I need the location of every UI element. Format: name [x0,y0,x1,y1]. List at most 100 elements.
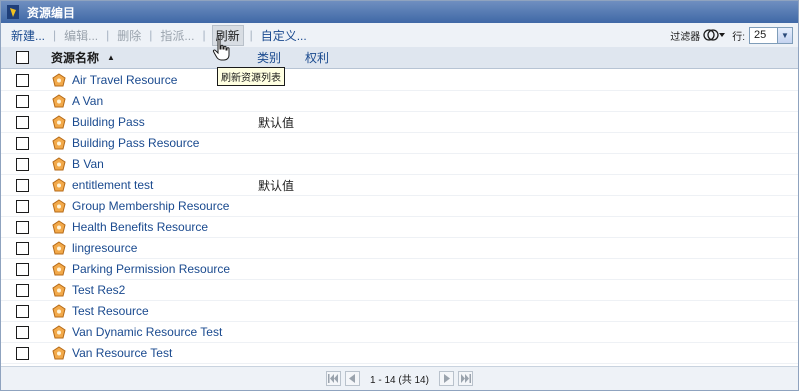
resource-icon [52,283,66,297]
toolbar-divider: | [149,28,153,42]
resource-name-link[interactable]: Test Res2 [72,283,258,297]
table-row[interactable]: Health Benefits Resource [1,217,798,238]
select-all-cell [1,51,43,64]
resource-icon [52,94,66,108]
table-row[interactable]: A Van [1,91,798,112]
edit-button[interactable]: 编辑... [62,27,100,44]
resource-icon [52,262,66,276]
pagination-bar: 1 - 14 (共 14) [1,366,798,390]
row-checkbox[interactable] [16,304,29,318]
prev-page-icon[interactable] [345,371,361,386]
table-row[interactable]: Test Resource [1,301,798,322]
row-check-cell [1,325,43,339]
resource-category: 默认值 [258,178,295,193]
chevron-down-icon[interactable]: ▼ [777,27,792,43]
row-check-cell [1,262,43,276]
resource-name-link[interactable]: Building Pass Resource [72,136,258,150]
table-row[interactable]: Van Resource Test [1,343,798,364]
resource-icon [52,325,66,339]
row-checkbox[interactable] [16,157,29,171]
resource-list: Air Travel Resource A Van Building Pass … [1,70,798,364]
column-header-category[interactable]: 类别 [249,49,305,66]
row-checkbox[interactable] [16,94,29,108]
last-page-icon[interactable] [457,371,473,386]
row-checkbox[interactable] [16,115,29,129]
row-checkbox[interactable] [16,346,29,360]
resource-name-link[interactable]: A Van [72,94,258,108]
resource-catalog-panel: 资源编目 新建... | 编辑... | 删除 | 指派... | 刷新 | 自… [0,0,799,391]
row-check-cell [1,94,43,108]
window-title: 资源编目 [27,5,76,20]
row-checkbox[interactable] [16,136,29,150]
row-check-cell [1,136,43,150]
row-check-cell [1,157,43,171]
resource-name-link[interactable]: B Van [72,157,258,171]
delete-button[interactable]: 删除 [115,27,143,44]
resource-name-link[interactable]: Building Pass [72,115,258,129]
row-checkbox[interactable] [16,283,29,297]
table-row[interactable]: lingresource [1,238,798,259]
row-checkbox[interactable] [16,325,29,339]
resource-icon [52,304,66,318]
table-row[interactable]: Air Travel Resource [1,70,798,91]
table-row[interactable]: Building Pass 默认值 [1,112,798,133]
row-checkbox[interactable] [16,178,29,192]
resource-icon [52,178,66,192]
next-page-icon[interactable] [438,371,454,386]
row-checkbox[interactable] [16,199,29,213]
toolbar-divider: | [53,28,57,42]
filter-icon[interactable] [702,27,726,43]
resource-name-link[interactable]: Van Resource Test [72,346,258,360]
toolbar-divider: | [249,28,253,42]
toolbar-divider: | [106,28,110,42]
table-row[interactable]: Van Dynamic Resource Test [1,322,798,343]
resource-name-link[interactable]: Test Resource [72,304,258,318]
table-row[interactable]: B Van [1,154,798,175]
pagination-status: 1 - 14 (共 14) [370,375,429,386]
resource-icon [52,157,66,171]
row-check-cell [1,283,43,297]
row-checkbox[interactable] [16,73,29,87]
first-page-icon[interactable] [326,371,342,386]
row-check-cell [1,241,43,255]
row-check-cell [1,346,43,360]
resource-name-link[interactable]: Group Membership Resource [72,199,258,213]
title-bar: 资源编目 [1,1,798,23]
resource-icon [52,241,66,255]
row-checkbox[interactable] [16,262,29,276]
row-check-cell [1,304,43,318]
select-all-checkbox[interactable] [16,51,29,64]
row-check-cell [1,199,43,213]
toolbar: 新建... | 编辑... | 删除 | 指派... | 刷新 | 自定义...… [1,23,798,47]
row-checkbox[interactable] [16,220,29,234]
resource-name-link[interactable]: Health Benefits Resource [72,220,258,234]
rows-per-page-select[interactable]: 25 ▼ [749,26,793,44]
new-button[interactable]: 新建... [9,27,47,44]
resource-icon [52,220,66,234]
row-check-cell [1,73,43,87]
row-check-cell [1,178,43,192]
resource-icon [52,136,66,150]
column-header-entitlement[interactable]: 权利 [305,49,329,66]
table-row[interactable]: Group Membership Resource [1,196,798,217]
table-row[interactable]: entitlement test 默认值 [1,175,798,196]
resource-name-link[interactable]: entitlement test [72,178,258,192]
resource-name-link[interactable]: lingresource [72,241,258,255]
hand-cursor-icon [212,38,232,62]
rows-per-page-value: 25 [754,29,767,41]
row-check-cell [1,115,43,129]
assign-button[interactable]: 指派... [158,27,196,44]
row-check-cell [1,220,43,234]
column-header-name-label: 资源名称 [51,51,100,65]
customize-button[interactable]: 自定义... [259,27,309,44]
resource-name-link[interactable]: Van Dynamic Resource Test [72,325,258,339]
resource-icon [52,115,66,129]
resource-name-link[interactable]: Parking Permission Resource [72,262,258,276]
table-row[interactable]: Test Res2 [1,280,798,301]
filter-label: 过滤器 [670,31,701,43]
row-checkbox[interactable] [16,241,29,255]
table-header: 资源名称 ▲ 类别 权利 [1,47,798,69]
table-row[interactable]: Parking Permission Resource [1,259,798,280]
refresh-tooltip: 刷新资源列表 [217,67,285,86]
table-row[interactable]: Building Pass Resource [1,133,798,154]
